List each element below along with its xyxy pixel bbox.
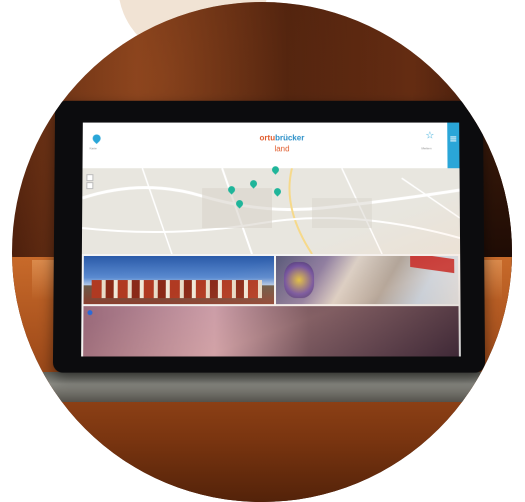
header-right-label: Merken — [421, 146, 432, 151]
art-bouquet — [284, 262, 315, 299]
logo-part1: ortu — [259, 133, 276, 143]
kiosk-photo: Karte ortubrücker land ☆ Merken — [12, 2, 512, 502]
tablet-device: Karte ortubrücker land ☆ Merken — [52, 100, 486, 373]
art-red-shape — [410, 256, 455, 274]
logo-part2: brücker — [275, 133, 305, 143]
zoom-out-button[interactable] — [86, 182, 94, 190]
map-pin-icon[interactable] — [91, 132, 103, 145]
tile-bottom-photo[interactable] — [83, 306, 459, 357]
logo-line2: land — [274, 144, 290, 154]
menu-icon[interactable] — [447, 122, 460, 169]
zoom-in-button[interactable] — [86, 174, 94, 182]
tablet-screen[interactable]: Karte ortubrücker land ☆ Merken — [81, 122, 461, 357]
app-logo: ortubrücker land — [242, 129, 322, 154]
village-roofs — [91, 280, 262, 299]
app-header: Karte ortubrücker land ☆ Merken — [82, 122, 460, 169]
header-left-label: Karte — [89, 146, 97, 151]
tile-village-photo[interactable] — [83, 256, 275, 305]
map-view[interactable] — [81, 164, 461, 255]
tile-art-photo[interactable] — [276, 256, 459, 305]
badge-icon — [87, 310, 93, 316]
counter-edge — [40, 372, 504, 402]
map-roads — [81, 168, 461, 255]
map-zoom-controls[interactable] — [86, 174, 94, 190]
star-icon[interactable]: ☆ — [425, 130, 434, 141]
